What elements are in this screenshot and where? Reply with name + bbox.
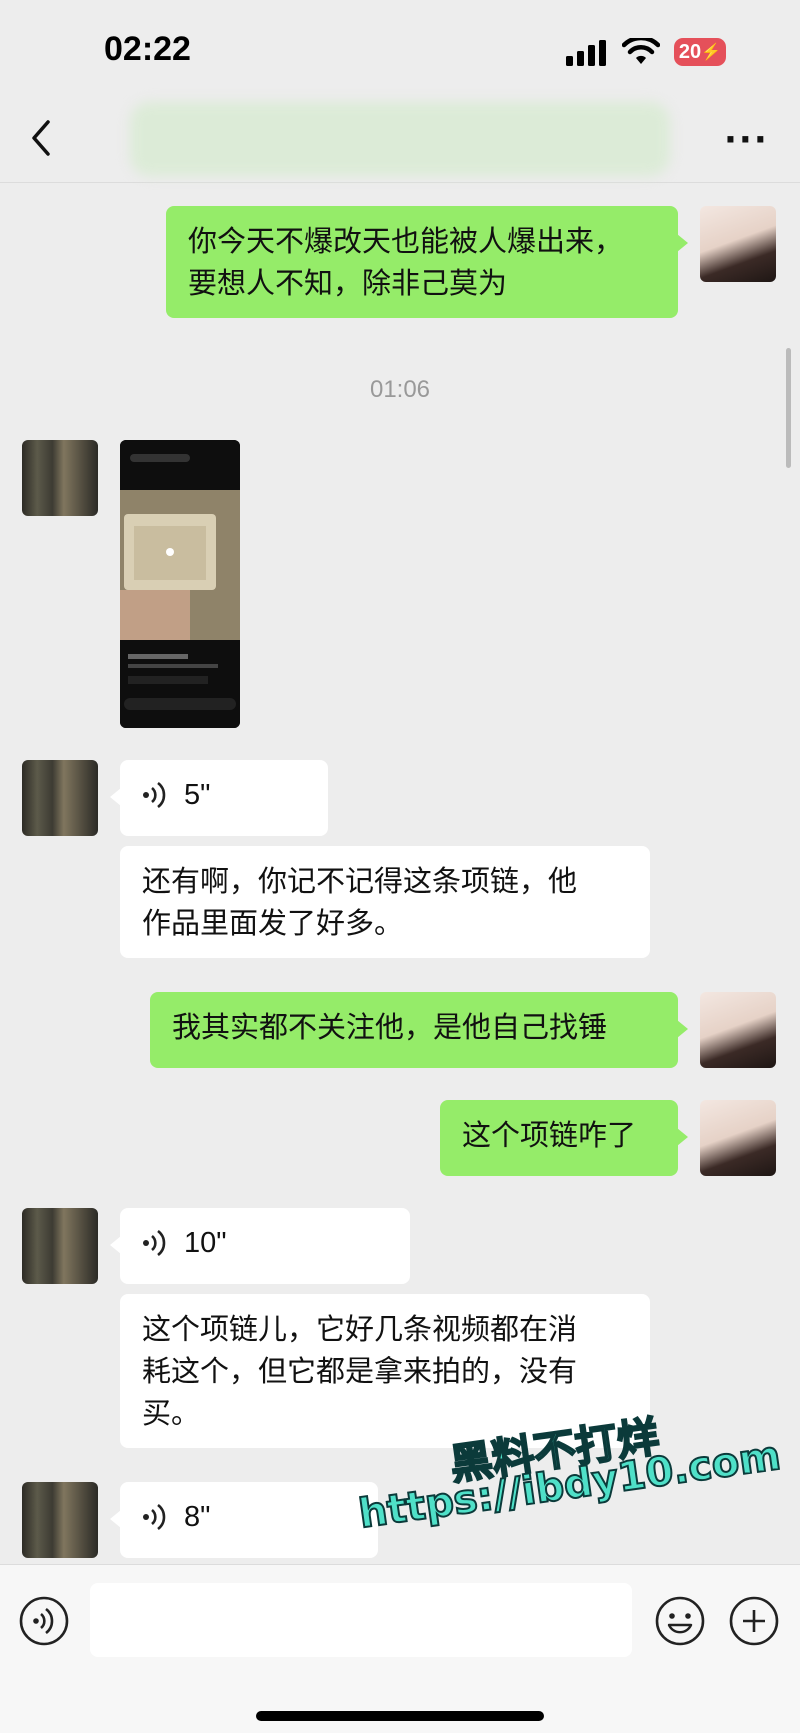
avatar-self[interactable] bbox=[700, 1100, 776, 1176]
screenshot-thumbnail bbox=[120, 440, 240, 728]
message-bubble-received[interactable]: 还有啊，你记不记得这条项链，他 作品里面发了好多。 bbox=[120, 846, 650, 958]
home-indicator bbox=[256, 1711, 544, 1721]
avatar-self[interactable] bbox=[700, 206, 776, 282]
signal-icon bbox=[566, 40, 606, 66]
message-text: 这个项链儿，它好几条视频都在消 bbox=[142, 1312, 578, 1346]
wifi-icon bbox=[622, 38, 660, 64]
voice-icon[interactable] bbox=[18, 1595, 70, 1647]
message-text: 耗这个，但它都是拿来拍的，没有 bbox=[142, 1354, 578, 1388]
chevron-left-icon[interactable] bbox=[26, 118, 56, 158]
voice-icon bbox=[143, 1229, 166, 1257]
charging-icon: ⚡ bbox=[701, 44, 722, 61]
message-bubble-sent[interactable]: 你今天不爆改天也能被人爆出来， 要想人不知，除非己莫为 bbox=[166, 206, 688, 318]
voice-duration: 5" bbox=[184, 779, 211, 811]
avatar-contact[interactable] bbox=[22, 1482, 98, 1558]
chat-title-bar: ··· bbox=[0, 96, 800, 183]
image-message[interactable] bbox=[120, 440, 240, 728]
chat-messages[interactable]: 你今天不爆改天也能被人爆出来， 要想人不知，除非己莫为 01:06 5" 还有啊… bbox=[0, 182, 800, 1564]
message-text: 你今天不爆改天也能被人爆出来， bbox=[188, 224, 624, 258]
blurred-chat-title bbox=[130, 102, 670, 176]
voice-message[interactable]: 5" bbox=[110, 760, 328, 836]
message-text: 要想人不知，除非己莫为 bbox=[188, 266, 508, 300]
emoji-icon[interactable] bbox=[654, 1595, 706, 1647]
avatar-contact[interactable] bbox=[22, 760, 98, 836]
voice-icon bbox=[143, 781, 166, 809]
voice-duration: 8" bbox=[184, 1501, 211, 1533]
status-bar: 02:22 20 ⚡ bbox=[0, 0, 800, 110]
avatar-contact[interactable] bbox=[22, 1208, 98, 1284]
message-input[interactable] bbox=[90, 1583, 632, 1657]
avatar-contact[interactable] bbox=[22, 440, 98, 516]
avatar-self[interactable] bbox=[700, 992, 776, 1068]
plus-icon[interactable] bbox=[728, 1595, 780, 1647]
voice-icon bbox=[143, 1503, 166, 1531]
voice-message[interactable]: 8" bbox=[110, 1482, 378, 1558]
message-text: 还有啊，你记不记得这条项链，他 bbox=[142, 864, 578, 898]
message-bubble-sent[interactable]: 我其实都不关注他，是他自己找锤 bbox=[150, 992, 688, 1068]
voice-duration: 10" bbox=[184, 1227, 227, 1259]
message-text: 这个项链咋了 bbox=[462, 1118, 637, 1152]
message-text: 作品里面发了好多。 bbox=[142, 906, 404, 940]
more-icon[interactable]: ··· bbox=[724, 120, 769, 160]
message-bubble-sent[interactable]: 这个项链咋了 bbox=[440, 1100, 688, 1176]
scroll-indicator bbox=[786, 348, 791, 468]
voice-message[interactable]: 10" bbox=[110, 1208, 410, 1284]
message-timestamp: 01:06 bbox=[369, 376, 431, 403]
message-text: 我其实都不关注他，是他自己找锤 bbox=[172, 1010, 608, 1044]
battery-level: 20 bbox=[678, 40, 702, 63]
chat-input-bar bbox=[0, 1564, 800, 1733]
status-time: 02:22 bbox=[104, 30, 191, 68]
battery-indicator: 20 ⚡ bbox=[674, 38, 726, 66]
